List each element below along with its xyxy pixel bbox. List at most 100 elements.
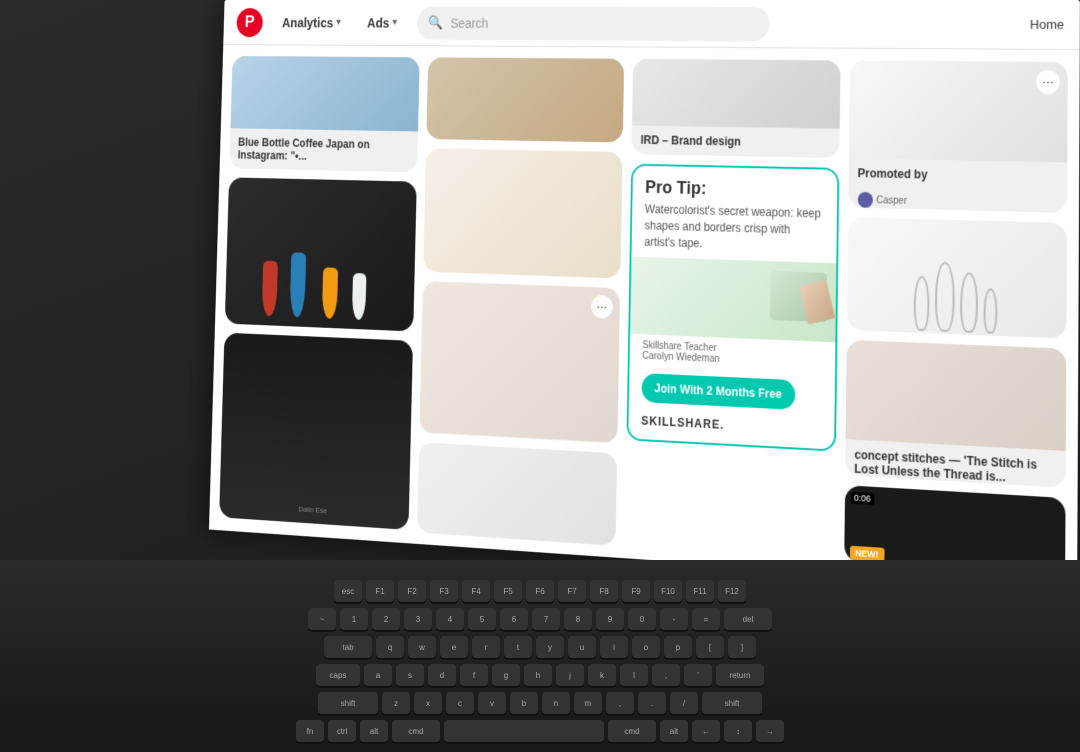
key-cmd-left[interactable]: cmd <box>392 720 440 742</box>
key-comma[interactable]: , <box>606 692 634 714</box>
key-e[interactable]: e <box>440 636 468 658</box>
key-n[interactable]: n <box>542 692 570 714</box>
key-r[interactable]: r <box>472 636 500 658</box>
concept-stitches-image <box>845 339 1066 450</box>
key-f9[interactable]: F9 <box>622 580 650 602</box>
key-alt-left[interactable]: alt <box>360 720 388 742</box>
key-shift-right[interactable]: shift <box>702 692 762 714</box>
nav-analytics[interactable]: Analytics ▾ <box>275 11 347 33</box>
key-2[interactable]: 2 <box>372 608 400 630</box>
key-g[interactable]: g <box>492 664 520 686</box>
key-3[interactable]: 3 <box>404 608 432 630</box>
key-y[interactable]: y <box>536 636 564 658</box>
key-cmd-right[interactable]: cmd <box>608 720 656 742</box>
pin-learn-painting[interactable]: ··· Learn Painting Online! Promoted by S… <box>419 281 620 443</box>
key-j[interactable]: j <box>556 664 584 686</box>
key-f11[interactable]: F11 <box>686 580 714 602</box>
key-period[interactable]: . <box>638 692 666 714</box>
key-p[interactable]: p <box>664 636 692 658</box>
key-9[interactable]: 9 <box>596 608 624 630</box>
key-delete[interactable]: del <box>724 608 772 630</box>
key-7[interactable]: 7 <box>532 608 560 630</box>
key-6[interactable]: 6 <box>500 608 528 630</box>
key-m[interactable]: m <box>574 692 602 714</box>
pin-blue-bottle[interactable]: Blue Bottle Coffee Japan on Instagram: "… <box>229 56 419 172</box>
key-fn[interactable]: fn <box>296 720 324 742</box>
key-l[interactable]: l <box>620 664 648 686</box>
key-ctrl[interactable]: ctrl <box>328 720 356 742</box>
key-row-zxcv: shift z x c v b n m , . / shift <box>318 692 762 714</box>
key-x[interactable]: x <box>414 692 442 714</box>
key-f5[interactable]: F5 <box>494 580 522 602</box>
key-slash[interactable]: / <box>670 692 698 714</box>
key-equals[interactable]: = <box>692 608 720 630</box>
key-f[interactable]: f <box>460 664 488 686</box>
casper-more-button[interactable]: ··· <box>1036 70 1060 94</box>
key-f12[interactable]: F12 <box>718 580 746 602</box>
key-quote[interactable]: ' <box>684 664 712 686</box>
key-8[interactable]: 8 <box>564 608 592 630</box>
search-bar[interactable]: 🔍 Search <box>417 6 770 41</box>
pinterest-logo[interactable]: P <box>236 8 263 37</box>
key-0[interactable]: 0 <box>628 608 656 630</box>
key-lbracket[interactable]: [ <box>696 636 724 658</box>
key-esc[interactable]: esc <box>334 580 362 602</box>
key-w[interactable]: w <box>408 636 436 658</box>
key-shift-left[interactable]: shift <box>318 692 378 714</box>
key-h[interactable]: h <box>524 664 552 686</box>
bottle-blue <box>290 252 307 317</box>
key-t[interactable]: t <box>504 636 532 658</box>
key-alt-right[interactable]: alt <box>660 720 688 742</box>
key-arrow-right[interactable]: → <box>756 720 784 742</box>
key-s[interactable]: s <box>396 664 424 686</box>
key-rbracket[interactable]: ] <box>728 636 756 658</box>
key-1[interactable]: 1 <box>340 608 368 630</box>
key-arrow-updown[interactable]: ↕ <box>724 720 752 742</box>
key-f6[interactable]: F6 <box>526 580 554 602</box>
skillshare-ad-card[interactable]: Pro Tip: Watercolorist's secret weapon: … <box>626 164 838 452</box>
key-f3[interactable]: F3 <box>430 580 458 602</box>
pin-colorful-bottles[interactable] <box>225 177 417 331</box>
key-f2[interactable]: F2 <box>398 580 426 602</box>
pin-pants[interactable]: Dalin Ese <box>219 333 412 530</box>
key-f7[interactable]: F7 <box>558 580 586 602</box>
nav-ads[interactable]: Ads ▾ <box>360 11 404 33</box>
key-z[interactable]: z <box>382 692 410 714</box>
pin-interior[interactable] <box>417 442 618 546</box>
key-semicolon[interactable]: ; <box>652 664 680 686</box>
key-minus[interactable]: - <box>660 608 688 630</box>
key-a[interactable]: a <box>364 664 392 686</box>
key-space[interactable] <box>444 720 604 742</box>
pin-flasks[interactable] <box>846 217 1067 338</box>
key-f1[interactable]: F1 <box>366 580 394 602</box>
key-5[interactable]: 5 <box>468 608 496 630</box>
key-tab[interactable]: tab <box>324 636 372 658</box>
key-q[interactable]: q <box>376 636 404 658</box>
key-d[interactable]: d <box>428 664 456 686</box>
key-arrow-left[interactable]: ← <box>692 720 720 742</box>
pin-autumn-mood[interactable]: Autumn '18 – Mood Board <box>426 57 624 142</box>
key-return[interactable]: return <box>716 664 764 686</box>
key-f8[interactable]: F8 <box>590 580 618 602</box>
interior-image <box>417 442 618 546</box>
pin-natural[interactable]: Natural <box>423 148 623 278</box>
home-link[interactable]: Home <box>1030 17 1064 32</box>
search-placeholder-text: Search <box>450 15 488 30</box>
pin-ird-brand[interactable]: IRD – Brand design <box>631 59 840 158</box>
pin-concept-stitches[interactable]: concept stitches — 'The Stitch is Lost U… <box>845 339 1067 488</box>
key-f4[interactable]: F4 <box>462 580 490 602</box>
skillshare-cta-button[interactable]: Join With 2 Months Free <box>641 373 795 410</box>
key-u[interactable]: u <box>568 636 596 658</box>
ads-chevron-icon: ▾ <box>392 17 396 27</box>
key-f10[interactable]: F10 <box>654 580 682 602</box>
pin-casper-promoted[interactable]: ··· Promoted by Casper <box>848 60 1068 212</box>
key-tilde[interactable]: ~ <box>308 608 336 630</box>
key-i[interactable]: i <box>600 636 628 658</box>
key-v[interactable]: v <box>478 692 506 714</box>
key-b[interactable]: b <box>510 692 538 714</box>
key-k[interactable]: k <box>588 664 616 686</box>
key-c[interactable]: c <box>446 692 474 714</box>
key-4[interactable]: 4 <box>436 608 464 630</box>
key-o[interactable]: o <box>632 636 660 658</box>
key-caps[interactable]: caps <box>316 664 360 686</box>
